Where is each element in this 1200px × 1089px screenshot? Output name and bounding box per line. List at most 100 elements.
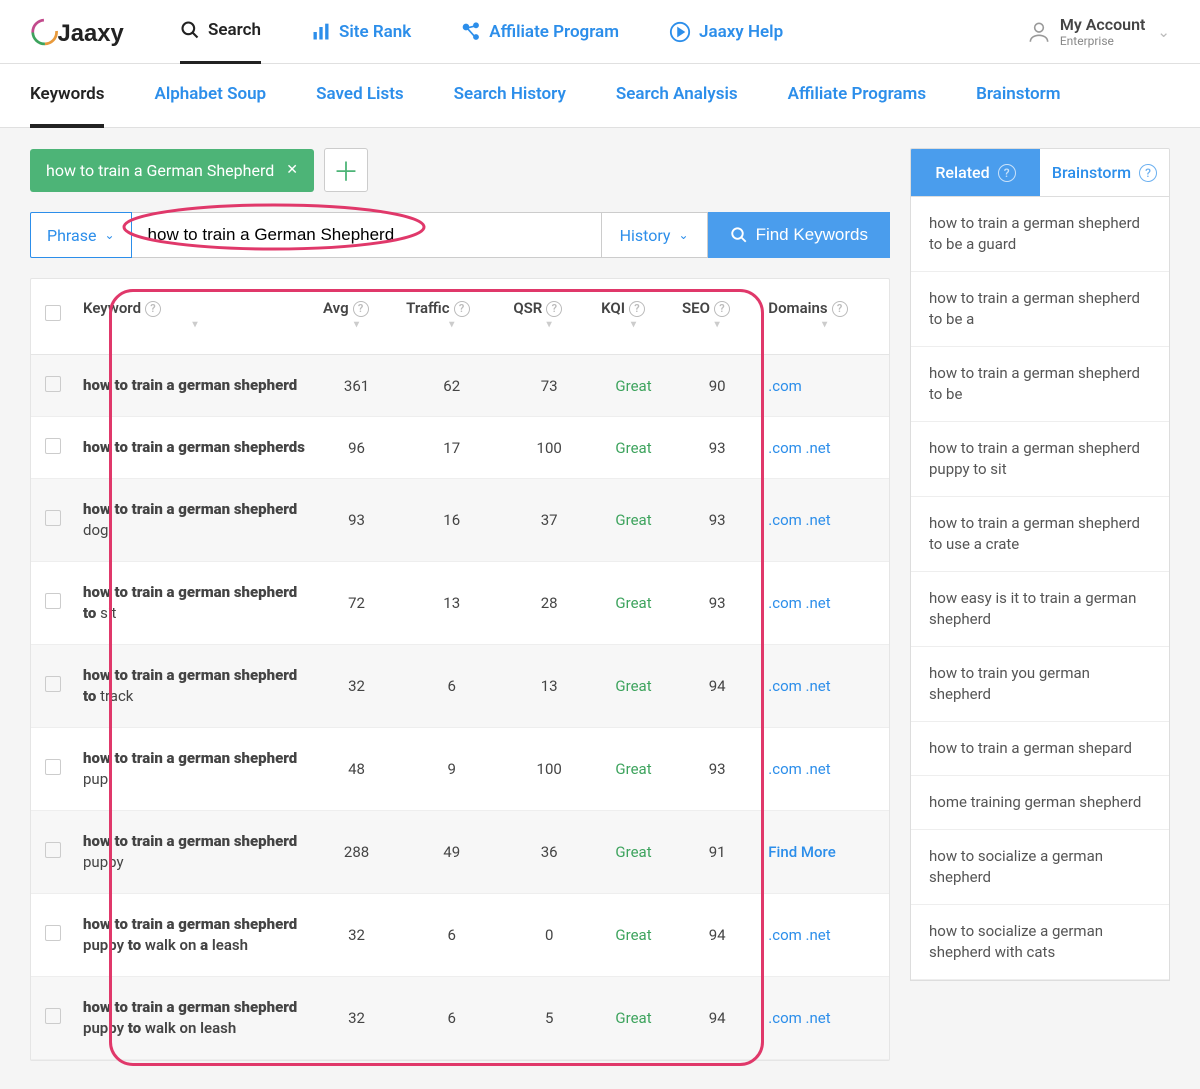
col-kqi[interactable]: KQI?▾ [593,279,674,355]
tab-search-history[interactable]: Search History [454,64,566,127]
cell-keyword[interactable]: how to train a german shepherd to track [75,645,315,728]
related-item[interactable]: how to train a german shepherd to use a … [911,497,1169,572]
row-checkbox[interactable] [45,676,61,692]
cell-domains[interactable]: .com .net [760,479,889,562]
nav-affiliate-program[interactable]: Affiliate Program [461,0,619,64]
row-checkbox[interactable] [45,925,61,941]
col-seo[interactable]: SEO?▾ [674,279,760,355]
sort-icon: ▾ [406,319,497,330]
related-item[interactable]: how to train a german shepherd to be [911,347,1169,422]
help-icon[interactable]: ? [546,301,562,317]
cell-keyword[interactable]: how to train a german shepherd dog [75,479,315,562]
nav-site-rank[interactable]: Site Rank [311,0,411,64]
topbar: Jaaxy Search Site Rank Affiliate Program Ja… [0,0,1200,64]
related-item[interactable]: how easy is it to train a german shepher… [911,572,1169,647]
row-checkbox[interactable] [45,759,61,775]
logo[interactable]: Jaaxy [30,12,140,52]
chevron-down-icon: ⌄ [104,228,114,242]
nav-jaaxy-help[interactable]: Jaaxy Help [669,0,783,64]
table-row: how to train a german shepherd3616273Gre… [31,355,889,417]
phrase-dropdown[interactable]: Phrase ⌄ [30,212,132,258]
cell-domains[interactable]: .com .net [760,562,889,645]
related-item[interactable]: how to train a german shepherd puppy to … [911,422,1169,497]
cell-keyword[interactable]: how to train a german shepherd puppy to … [75,977,315,1060]
nav-search[interactable]: Search [180,0,261,64]
row-checkbox[interactable] [45,376,61,392]
related-item[interactable]: how to train a german shepherd to be a [911,272,1169,347]
close-icon[interactable]: ✕ [286,162,298,178]
cell-keyword[interactable]: how to train a german shepherd puppy [75,811,315,894]
tab-related[interactable]: Related? [911,149,1040,196]
phrase-label: Phrase [47,226,96,245]
sidebar-tabs: Related? Brainstorm? [910,148,1170,197]
col-keyword[interactable]: Keyword?▾ [75,279,315,355]
cell-keyword[interactable]: how to train a german shepherd puppy to … [75,894,315,977]
results-table: Keyword?▾ Avg?▾ Traffic?▾ QSR?▾ KQI?▾ SE… [31,279,889,1060]
cell-seo: 93 [674,562,760,645]
row-checkbox[interactable] [45,510,61,526]
cell-domains[interactable]: .com [760,355,889,417]
related-item[interactable]: how to train you german shepherd [911,647,1169,722]
cell-domains[interactable]: Find More [760,811,889,894]
help-icon[interactable]: ? [998,164,1016,182]
col-checkbox [31,279,75,355]
related-item[interactable]: home training german shepherd [911,776,1169,830]
nav-main: Search Site Rank Affiliate Program Jaaxy He… [180,0,1026,64]
cell-domains[interactable]: .com .net [760,645,889,728]
search-chip[interactable]: how to train a German Shepherd ✕ [30,149,314,192]
help-icon[interactable]: ? [353,301,369,317]
chip-label: how to train a German Shepherd [46,161,274,180]
col-avg[interactable]: Avg?▾ [315,279,398,355]
cell-domains[interactable]: .com .net [760,977,889,1060]
sort-icon: ▾ [601,319,666,330]
related-item[interactable]: how to socialize a german shepherd with … [911,905,1169,980]
tab-brainstorm[interactable]: Brainstorm [976,64,1060,127]
cell-keyword[interactable]: how to train a german shepherds [75,417,315,479]
help-icon[interactable]: ? [832,301,848,317]
row-checkbox[interactable] [45,438,61,454]
col-domains[interactable]: Domains?▾ [760,279,889,355]
cell-kqi: Great [593,645,674,728]
find-more-link[interactable]: Find More [768,843,835,861]
row-checkbox[interactable] [45,1008,61,1024]
cell-keyword[interactable]: how to train a german shepherd [75,355,315,417]
col-qsr[interactable]: QSR?▾ [505,279,593,355]
help-icon[interactable]: ? [714,301,730,317]
account-menu[interactable]: My Account Enterprise ⌄ [1026,15,1170,48]
add-chip-button[interactable]: ＋ [324,148,368,192]
cell-keyword[interactable]: how to train a german shepherd to sit [75,562,315,645]
cell-traffic: 9 [398,728,505,811]
history-dropdown[interactable]: History ⌄ [602,212,708,258]
cell-keyword[interactable]: how to train a german shepherd pup [75,728,315,811]
tab-keywords[interactable]: Keywords [30,64,104,128]
row-checkbox[interactable] [45,842,61,858]
tab-brainstorm[interactable]: Brainstorm? [1040,149,1169,196]
related-item[interactable]: how to train a german shepherd to be a g… [911,197,1169,272]
help-icon[interactable]: ? [454,301,470,317]
search-row: Phrase ⌄ History ⌄ Find Keywords [30,212,890,258]
tab-saved-lists[interactable]: Saved Lists [316,64,404,127]
col-traffic[interactable]: Traffic?▾ [398,279,505,355]
svg-text:Jaaxy: Jaaxy [58,20,125,47]
related-item[interactable]: how to socialize a german shepherd [911,830,1169,905]
search-input[interactable] [132,213,601,257]
cell-domains[interactable]: .com .net [760,894,889,977]
tab-search-analysis[interactable]: Search Analysis [616,64,738,127]
tab-alphabet-soup[interactable]: Alphabet Soup [154,64,266,127]
row-checkbox[interactable] [45,593,61,609]
help-icon[interactable]: ? [145,301,161,317]
tabs-bar: Keywords Alphabet Soup Saved Lists Search H… [0,64,1200,128]
related-item[interactable]: how to train a german shepard [911,722,1169,776]
checkbox-all[interactable] [45,305,61,321]
help-icon[interactable]: ? [629,301,645,317]
cell-domains[interactable]: .com .net [760,728,889,811]
cell-domains[interactable]: .com .net [760,417,889,479]
cell-qsr: 0 [505,894,593,977]
tab-affiliate-programs[interactable]: Affiliate Programs [788,64,926,127]
find-keywords-button[interactable]: Find Keywords [708,212,890,258]
cell-traffic: 6 [398,977,505,1060]
cell-kqi: Great [593,811,674,894]
help-icon[interactable]: ? [1139,164,1157,182]
table-row: how to train a german shepherd puppy to … [31,894,889,977]
cell-traffic: 6 [398,645,505,728]
